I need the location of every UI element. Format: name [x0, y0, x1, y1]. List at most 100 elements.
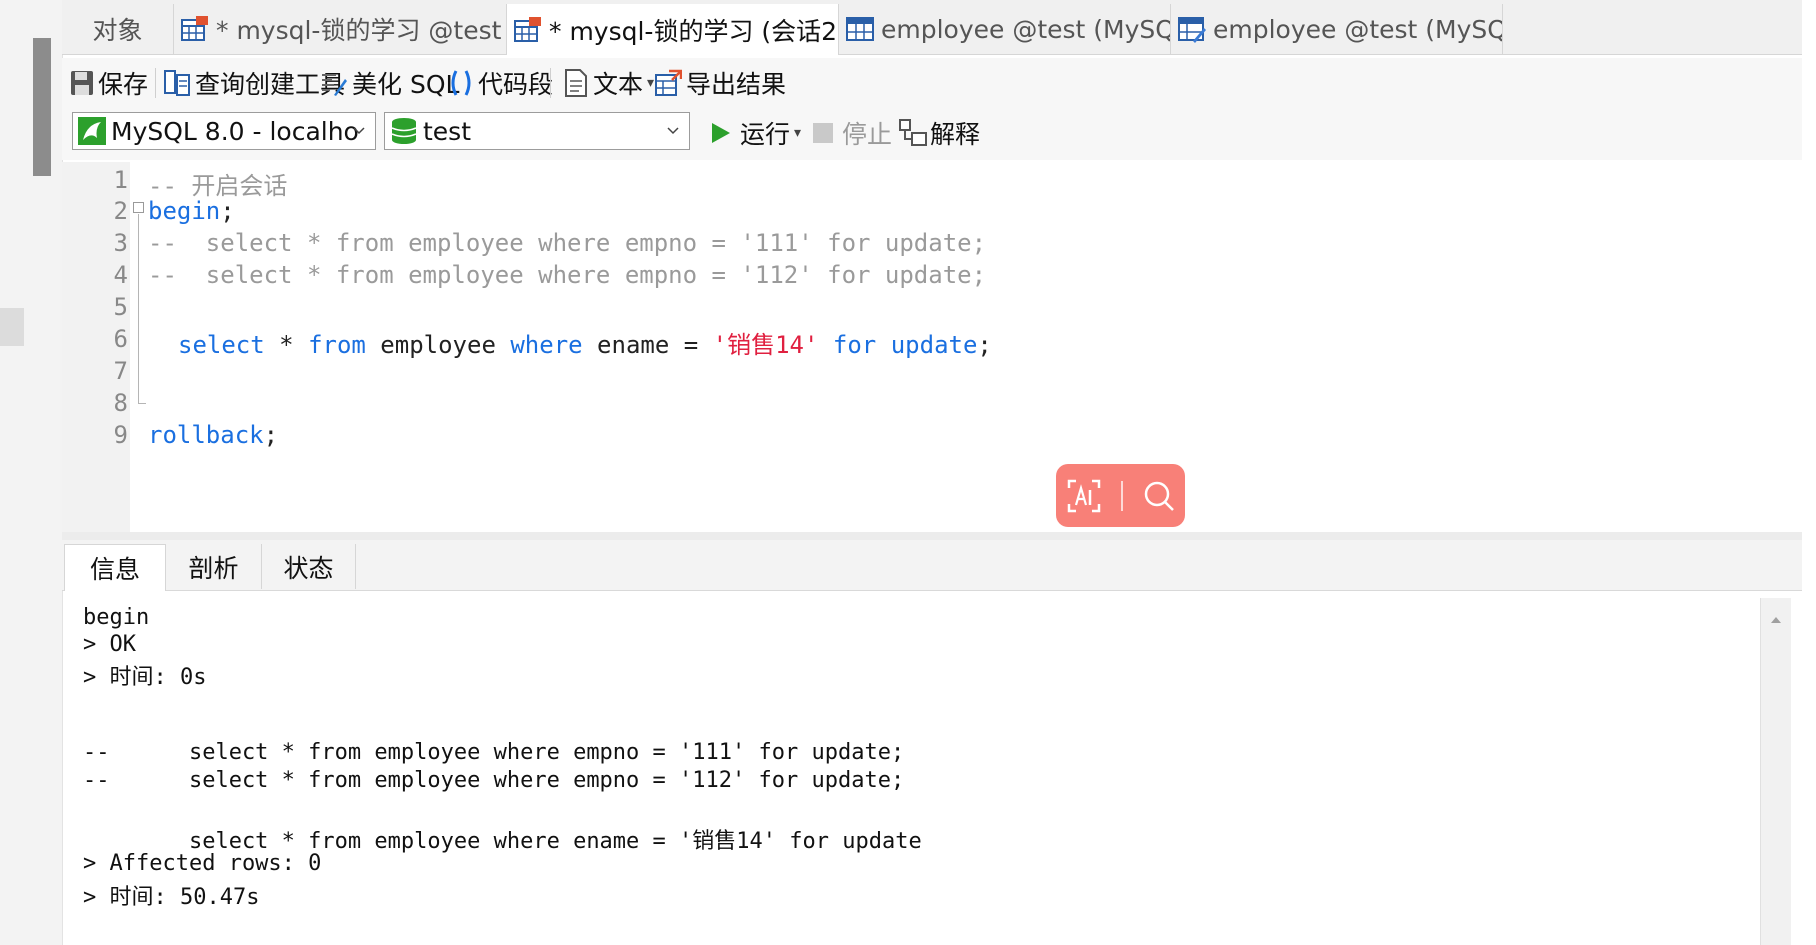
output-scrollbar[interactable]	[1760, 598, 1791, 945]
explain-button[interactable]: 解释	[898, 116, 980, 150]
keyword-token: where	[510, 331, 583, 359]
code-line-3: -- select * from employee where empno = …	[148, 229, 986, 257]
tab-label: employee @test (MySQL 8....	[881, 14, 1170, 44]
dropdown-arrow-icon: ▾	[647, 75, 655, 91]
code-line-1: -- 开启会话	[148, 166, 287, 201]
run-label: 运行	[740, 120, 791, 149]
beautify-icon	[322, 74, 347, 96]
line-number: 8	[113, 389, 128, 417]
result-tab-bar: 信息 剖析 状态	[62, 540, 1802, 591]
comment-token: -- 开启会话	[148, 172, 288, 200]
toolbar-connection: MySQL 8.0 - localho test 运行 ▾ 停止 解释	[62, 108, 1802, 160]
tab-query-session2[interactable]: * mysql-锁的学习 (会话2) @...	[507, 4, 839, 55]
snippet-button[interactable]: 代码段	[448, 66, 553, 100]
database-label: test	[423, 116, 472, 146]
play-icon	[712, 123, 730, 143]
snippet-icon	[451, 70, 471, 96]
left-panel-handle[interactable]	[0, 308, 24, 346]
keyword-token: from	[308, 331, 366, 359]
ai-scan-icon[interactable]	[1066, 478, 1102, 514]
stop-button[interactable]: 停止	[812, 116, 892, 150]
tab-label: 信息	[89, 555, 140, 584]
tab-profile[interactable]: 剖析	[166, 544, 262, 589]
fold-toggle-icon[interactable]	[133, 202, 144, 213]
tab-bar: 对象 * mysql-锁的学习 @test (M... * mysql-锁的学习…	[62, 0, 1802, 55]
document-icon	[565, 69, 587, 97]
panel-splitter[interactable]	[62, 532, 1802, 540]
fold-guide-end	[138, 403, 146, 404]
tab-info[interactable]: 信息	[64, 544, 166, 591]
save-icon	[71, 71, 93, 95]
sql-editor[interactable]: 1 2 3 4 5 6 7 8 9 -- 开启会话 begin; -- sele…	[62, 162, 1802, 532]
text-mode-button[interactable]: 文本 ▾	[563, 66, 654, 100]
database-select[interactable]: test	[384, 112, 690, 150]
text-token: ename =	[582, 331, 713, 359]
line-number: 6	[113, 325, 128, 353]
toolbar-divider	[550, 68, 551, 98]
search-icon[interactable]	[1142, 479, 1176, 513]
explain-icon	[899, 119, 927, 146]
tab-status[interactable]: 状态	[262, 544, 356, 589]
connection-label: MySQL 8.0 - localho	[111, 116, 359, 146]
tab-label: 对象	[92, 16, 143, 45]
line-number: 9	[113, 421, 128, 449]
message-output[interactable]: begin > OK > 时间: 0s -- select * from emp…	[62, 591, 1743, 945]
chevron-down-icon	[667, 127, 679, 135]
scroll-up-icon[interactable]	[1761, 610, 1791, 630]
punct-token: ;	[263, 421, 279, 449]
tab-objects[interactable]: 对象	[62, 4, 174, 54]
line-number: 7	[113, 357, 128, 385]
query-table-icon	[514, 16, 541, 42]
query-builder-icon	[164, 70, 190, 96]
tab-employee-data[interactable]: employee @test (MySQL 8....	[839, 4, 1171, 54]
tab-label: * mysql-锁的学习 @test (M...	[216, 16, 506, 45]
tab-label: 状态	[283, 553, 334, 583]
database-icon	[391, 118, 417, 144]
dropdown-arrow-icon: ▾	[794, 125, 802, 141]
tab-label: 剖析	[188, 553, 239, 583]
connection-select[interactable]: MySQL 8.0 - localho	[72, 112, 376, 150]
keyword-token: for	[832, 331, 877, 359]
query-builder-button[interactable]: 查询创建工具	[163, 66, 345, 100]
query-table-icon	[181, 16, 208, 41]
string-token: '销售14'	[712, 331, 819, 359]
beautify-sql-button[interactable]: 美化 SQL	[320, 66, 459, 100]
code-line-2: begin;	[148, 197, 235, 225]
widget-divider	[1120, 480, 1123, 511]
code-line-4: -- select * from employee where empno = …	[148, 261, 986, 289]
mysql-connection-icon	[78, 117, 106, 145]
tab-employee-design[interactable]: employee @test (MySQL 8....	[1171, 4, 1503, 54]
explain-label: 解释	[930, 120, 981, 149]
keyword-token: rollback	[148, 421, 264, 449]
output-line: -- select * from employee where empno = …	[83, 768, 905, 793]
fold-guide	[138, 214, 139, 404]
export-results-button[interactable]: 导出结果	[654, 66, 786, 100]
stop-icon	[813, 123, 833, 143]
snippet-label: 代码段	[478, 70, 554, 99]
text-mode-label: 文本	[593, 70, 644, 99]
left-scrollbar-thumb[interactable]	[33, 38, 51, 176]
save-button[interactable]: 保存	[70, 66, 148, 100]
output-line: > 时间: 0s	[83, 665, 207, 690]
output-line: > Affected rows: 0	[83, 851, 322, 876]
keyword-token: update	[890, 331, 978, 359]
comment-token: -- select * from employee where empno = …	[148, 261, 987, 289]
stop-label: 停止	[842, 120, 893, 149]
toolbar-main: 保存 查询创建工具 美化 SQL 代码段 文本 ▾ 导出结果	[62, 58, 1802, 108]
keyword-token: select	[178, 331, 265, 359]
run-button[interactable]: 运行 ▾	[710, 116, 801, 150]
chevron-down-icon	[353, 127, 365, 135]
ai-assistant-widget[interactable]	[1056, 464, 1185, 527]
text-token: employee	[365, 331, 511, 359]
tab-label: employee @test (MySQL 8....	[1213, 14, 1502, 44]
comment-token: -- select * from employee where empno = …	[148, 229, 987, 257]
beautify-label: 美化 SQL	[352, 70, 460, 99]
window-edge	[1802, 0, 1816, 945]
keyword-token: begin	[148, 197, 221, 225]
left-gutter	[0, 0, 63, 945]
line-number: 1	[113, 166, 128, 194]
output-line: -- select * from employee where empno = …	[83, 740, 905, 765]
toolbar-divider	[155, 68, 156, 98]
tab-query-session1[interactable]: * mysql-锁的学习 @test (M...	[174, 4, 507, 54]
line-number: 4	[113, 261, 128, 289]
